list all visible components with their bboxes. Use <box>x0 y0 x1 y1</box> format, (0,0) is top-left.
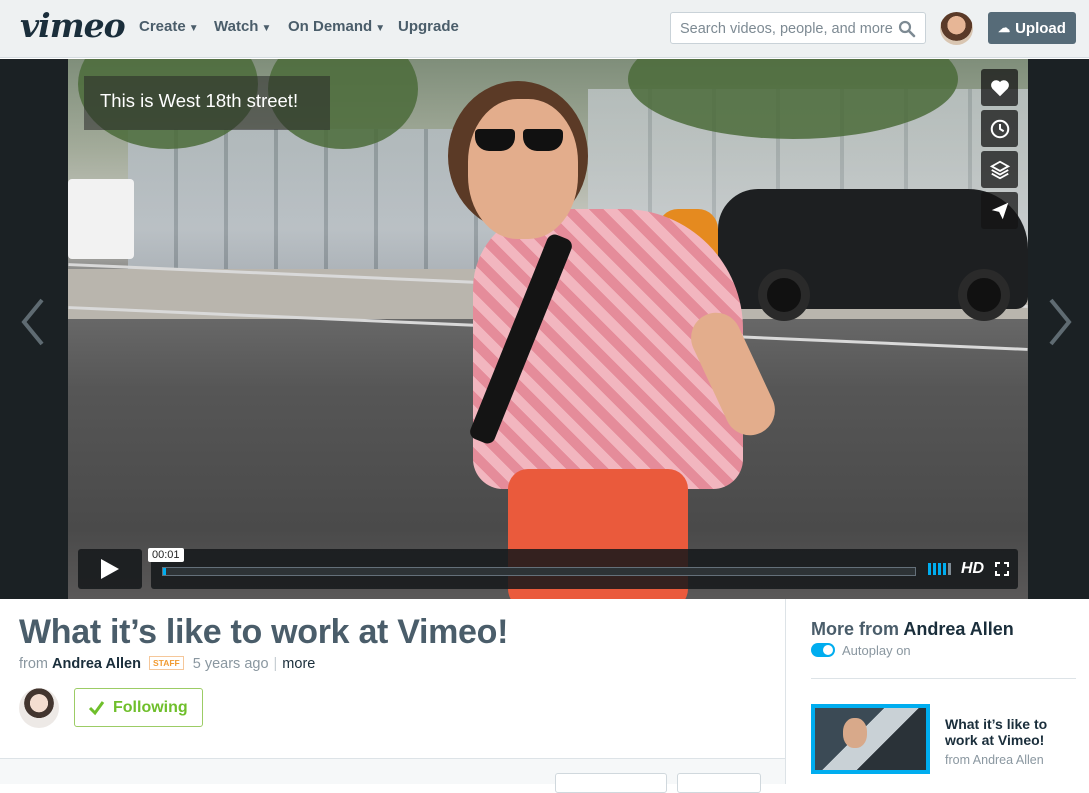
vimeo-logo[interactable]: vimeo <box>20 6 126 45</box>
author-avatar[interactable] <box>19 688 59 728</box>
watch-later-button[interactable] <box>981 110 1018 147</box>
chevron-down-icon: ▼ <box>188 23 199 34</box>
author-link[interactable]: Andrea Allen <box>52 656 141 672</box>
nav-on-demand-label: On Demand <box>288 18 373 35</box>
current-time-tooltip: 00:01 <box>148 548 184 562</box>
cloud-upload-icon: ☁ <box>998 20 1011 35</box>
send-icon <box>991 202 1008 219</box>
video-byline: from Andrea Allen STAFF 5 years ago | more <box>19 656 315 672</box>
player-side-actions <box>981 69 1018 233</box>
play-button[interactable] <box>78 549 142 589</box>
more-from-prefix: More from <box>811 619 900 639</box>
from-label: from <box>19 656 48 672</box>
chevron-down-icon: ▼ <box>375 23 386 34</box>
play-icon <box>101 559 119 579</box>
autoplay-toggle[interactable] <box>811 643 835 657</box>
fullscreen-icon[interactable] <box>995 562 1009 576</box>
search-input[interactable] <box>680 19 894 39</box>
more-from-heading: More from Andrea Allen <box>811 619 1014 640</box>
video-frame[interactable] <box>68 59 1028 599</box>
previous-video-arrow-icon[interactable] <box>18 296 48 348</box>
actions-strip <box>0 759 785 784</box>
divider <box>811 678 1076 679</box>
action-button[interactable] <box>555 773 667 793</box>
recommended-thumbnail[interactable] <box>811 704 930 774</box>
nav-on-demand[interactable]: On Demand ▼ <box>288 18 385 35</box>
action-button[interactable] <box>677 773 761 793</box>
upload-age: 5 years ago <box>192 656 269 672</box>
scene-person-face <box>468 99 578 239</box>
heart-icon <box>990 79 1009 96</box>
following-label: Following <box>113 698 188 716</box>
divider: | <box>273 656 278 672</box>
recommended-from: from Andrea Allen <box>945 753 1044 767</box>
nav-upgrade[interactable]: Upgrade <box>398 18 459 35</box>
video-caption: This is West 18th street! <box>84 76 330 130</box>
progress-fill <box>163 568 166 575</box>
progress-bar-container: HD <box>151 549 1018 589</box>
more-from-author-link[interactable]: Andrea Allen <box>903 619 1013 639</box>
share-button[interactable] <box>981 192 1018 229</box>
scene-sunglasses <box>475 129 565 153</box>
layers-icon <box>989 160 1010 179</box>
more-link[interactable]: more <box>282 656 315 672</box>
recommended-title[interactable]: What it’s like to work at Vimeo! <box>945 716 1070 748</box>
scene-truck <box>68 179 134 259</box>
autoplay-control[interactable]: Autoplay on <box>811 643 911 658</box>
chevron-down-icon: ▼ <box>261 23 272 34</box>
hd-toggle[interactable]: HD <box>961 560 984 578</box>
progress-track[interactable] <box>162 567 916 576</box>
check-icon <box>88 701 105 716</box>
nav-create[interactable]: Create ▼ <box>139 18 199 35</box>
staff-badge: STAFF <box>148 656 184 670</box>
video-title: What it’s like to work at Vimeo! <box>19 613 509 651</box>
volume-icon[interactable] <box>928 563 954 575</box>
player-controls: HD 00:01 <box>78 548 1018 589</box>
clock-icon <box>990 119 1009 138</box>
top-header: vimeo Create ▼ Watch ▼ On Demand ▼ Upgrade … <box>0 0 1089 58</box>
nav-create-label: Create <box>139 18 186 35</box>
following-button[interactable]: Following <box>74 688 203 727</box>
nav-upgrade-label: Upgrade <box>398 18 459 35</box>
user-avatar[interactable] <box>940 12 973 45</box>
search-icon[interactable] <box>898 20 916 38</box>
upload-label: Upload <box>1015 19 1066 37</box>
like-button[interactable] <box>981 69 1018 106</box>
collections-button[interactable] <box>981 151 1018 188</box>
search-box <box>670 12 926 44</box>
nav-watch[interactable]: Watch ▼ <box>214 18 271 35</box>
upload-button[interactable]: ☁ Upload <box>988 12 1076 44</box>
autoplay-label: Autoplay on <box>842 643 911 658</box>
next-video-arrow-icon[interactable] <box>1045 296 1075 348</box>
nav-watch-label: Watch <box>214 18 259 35</box>
